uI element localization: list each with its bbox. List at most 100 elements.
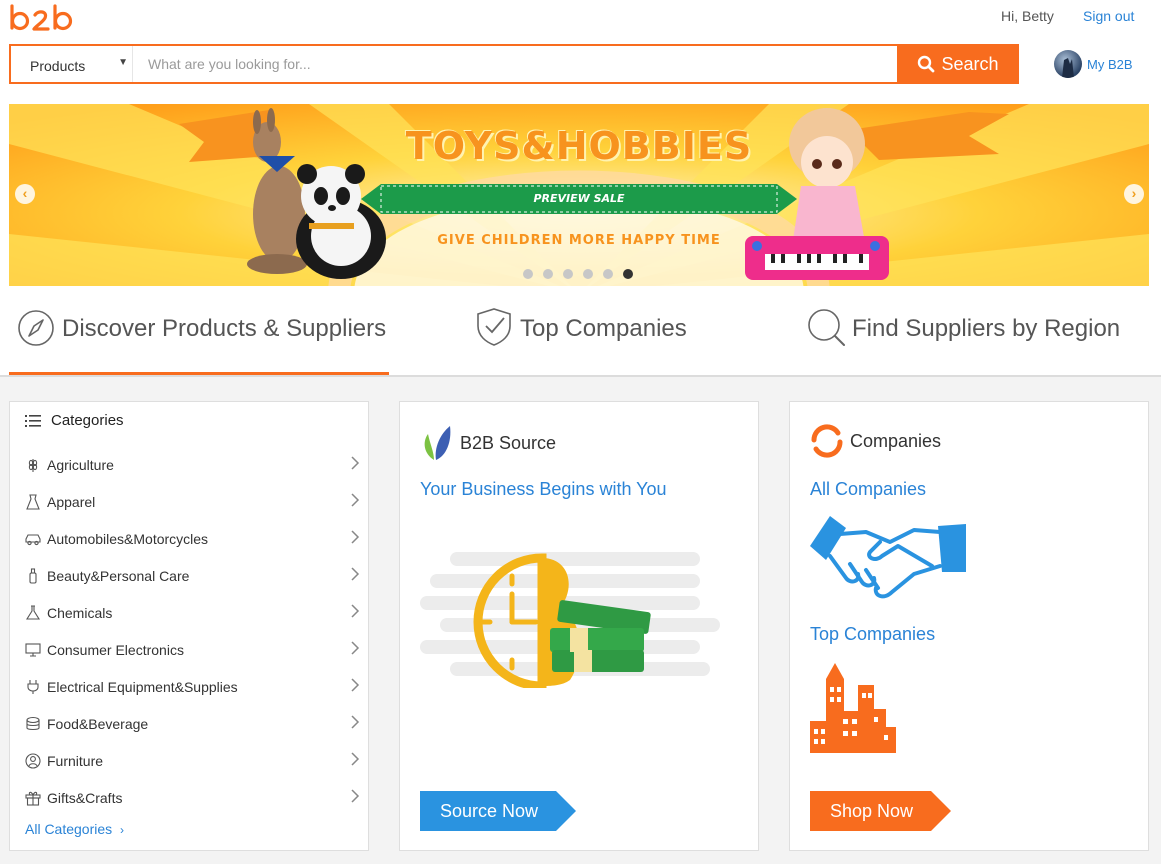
- banner-dot[interactable]: [563, 269, 573, 279]
- business-begins-link[interactable]: Your Business Begins with You: [420, 479, 667, 500]
- b2b-source-title-text: B2B Source: [460, 432, 557, 453]
- page-header: Hi, Betty Sign out Products ▼ Search My …: [0, 0, 1161, 376]
- category-label: Apparel: [47, 493, 96, 510]
- flask-icon: [26, 604, 40, 620]
- category-label: Gifts&Crafts: [47, 789, 123, 806]
- my-b2b-label: My B2B: [1087, 56, 1133, 72]
- search-button-label: Search: [941, 53, 999, 74]
- dress-icon: [26, 493, 40, 510]
- category-item-apparel[interactable]: Apparel: [25, 483, 360, 520]
- tab-top-companies[interactable]: Top Companies: [474, 306, 687, 376]
- all-categories-link[interactable]: All Categories ›: [25, 821, 124, 837]
- category-label: Beauty&Personal Care: [47, 567, 190, 584]
- banner-prev-arrow-icon[interactable]: ‹: [15, 184, 35, 204]
- banner-title: TOYS&HOBBIES: [405, 124, 753, 168]
- search-icon: [918, 55, 935, 73]
- chevron-right-icon: [351, 789, 360, 803]
- category-item-consumer-electronics[interactable]: Consumer Electronics: [25, 631, 360, 668]
- search-input[interactable]: [134, 46, 898, 82]
- time-money-illustration: [420, 552, 720, 688]
- category-label: Automobiles&Motorcycles: [47, 530, 209, 547]
- sign-out-link[interactable]: Sign out: [1083, 8, 1134, 24]
- chevron-right-icon: [351, 641, 360, 655]
- banner-dot-active[interactable]: [623, 269, 633, 279]
- arrow-tip: [556, 791, 577, 831]
- all-companies-link[interactable]: All Companies: [810, 479, 926, 500]
- category-item-furniture[interactable]: Furniture: [25, 742, 360, 779]
- search-category-value: Products: [30, 58, 86, 74]
- banner-subtitle: GIVE CHILDREN MORE HAPPY TIME: [437, 233, 721, 248]
- categories-title: Categories: [51, 412, 124, 429]
- categories-card: Categories Agriculture Apparel Automobil…: [9, 401, 369, 851]
- search-button[interactable]: Search: [897, 44, 1019, 84]
- shield-check-icon: [477, 308, 511, 346]
- wheat-icon: [28, 458, 38, 472]
- category-label: Food&Beverage: [47, 715, 149, 732]
- chevron-right-icon: [351, 604, 360, 618]
- b2b-source-title: B2B Source: [420, 424, 556, 462]
- tab-label: Discover Products & Suppliers: [62, 315, 387, 342]
- category-item-beauty[interactable]: Beauty&Personal Care: [25, 557, 360, 594]
- category-label: Consumer Electronics: [47, 641, 184, 658]
- banner-dot[interactable]: [523, 269, 533, 279]
- categories-list: Agriculture Apparel Automobiles&Motorcyc…: [25, 446, 360, 816]
- chair-icon: [25, 752, 41, 769]
- greeting-text: Hi, Betty: [1001, 8, 1054, 24]
- source-now-label: Source Now: [420, 791, 557, 831]
- banner-dot[interactable]: [603, 269, 613, 279]
- banner-dot[interactable]: [543, 269, 553, 279]
- refresh-logo-icon: [811, 424, 843, 458]
- search-category-select[interactable]: Products ▼: [11, 46, 133, 82]
- chevron-right-icon: [351, 752, 360, 766]
- banner-dot[interactable]: [583, 269, 593, 279]
- all-categories-label: All Categories: [25, 821, 113, 837]
- companies-title: Companies: [810, 424, 941, 458]
- category-label: Chemicals: [47, 604, 113, 621]
- shop-now-label: Shop Now: [810, 791, 932, 831]
- chevron-right-icon: [351, 715, 360, 729]
- compass-icon: [18, 310, 54, 346]
- banner-pagination: [523, 269, 633, 279]
- category-item-automobiles[interactable]: Automobiles&Motorcycles: [25, 520, 360, 557]
- tab-find-by-region[interactable]: Find Suppliers by Region: [806, 306, 1120, 376]
- category-label: Agriculture: [47, 456, 114, 473]
- tab-label: Top Companies: [520, 315, 687, 342]
- banner-next-arrow-icon[interactable]: ›: [1124, 184, 1144, 204]
- promo-banner[interactable]: TOYS&HOBBIES PREVIEW SALE GIVE CHILDREN …: [9, 104, 1149, 286]
- category-item-gifts-crafts[interactable]: Gifts&Crafts: [25, 779, 360, 816]
- gift-icon: [25, 791, 41, 806]
- search-bar: Products ▼ Search: [9, 44, 1019, 84]
- category-item-food-beverage[interactable]: Food&Beverage: [25, 705, 360, 742]
- car-icon: [25, 533, 41, 545]
- tabs-divider: [0, 375, 1161, 377]
- category-label: Furniture: [47, 752, 104, 769]
- category-item-chemicals[interactable]: Chemicals: [25, 594, 360, 631]
- b2b-logo[interactable]: [8, 2, 84, 34]
- bottle-icon: [29, 567, 37, 584]
- chevron-right-icon: [351, 567, 360, 581]
- companies-card: Companies All Companies Top Companies Sh…: [789, 401, 1149, 851]
- chevron-right-icon: [351, 530, 360, 544]
- arrow-tip: [931, 791, 952, 831]
- category-item-agriculture[interactable]: Agriculture: [25, 446, 360, 483]
- magnifier-icon: [808, 309, 845, 346]
- list-icon: [25, 414, 41, 427]
- top-companies-link[interactable]: Top Companies: [810, 624, 935, 645]
- plug-icon: [27, 679, 39, 694]
- source-now-button[interactable]: Source Now: [420, 791, 577, 831]
- categories-header: Categories: [25, 412, 124, 429]
- chevron-right-icon: [351, 493, 360, 507]
- chevron-right-icon: [351, 678, 360, 692]
- avatar: [1054, 50, 1082, 78]
- category-item-electrical-equipment[interactable]: Electrical Equipment&Supplies: [25, 668, 360, 705]
- city-buildings-icon: [810, 663, 896, 753]
- tab-discover-products[interactable]: Discover Products & Suppliers: [16, 306, 386, 376]
- my-b2b-menu[interactable]: My B2B: [1054, 48, 1133, 80]
- leaf-logo-icon: [424, 426, 451, 460]
- handshake-icon: [810, 516, 966, 599]
- shop-now-button[interactable]: Shop Now: [810, 791, 952, 831]
- food-icon: [26, 716, 40, 730]
- category-label: Electrical Equipment&Supplies: [47, 678, 238, 695]
- chevron-right-small-icon: ›: [120, 823, 125, 837]
- caret-down-icon: ▼: [118, 57, 128, 68]
